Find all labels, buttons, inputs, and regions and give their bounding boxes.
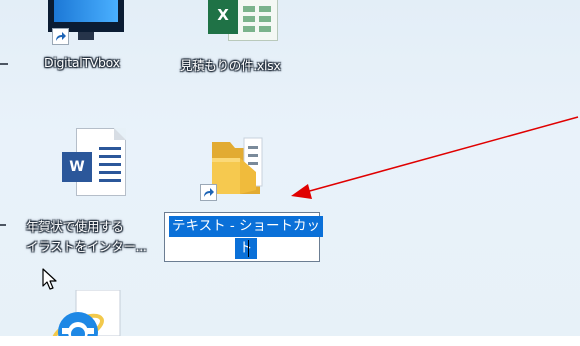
shortcut-arrow-icon	[200, 184, 217, 201]
word-doc-icon: W	[62, 128, 130, 200]
text-caret	[248, 240, 249, 257]
offscreen-item-edge	[0, 63, 8, 65]
mouse-pointer-icon	[42, 268, 57, 290]
rename-text-line2: ト	[235, 238, 257, 259]
desktop-item-label: DigitalTVbox	[44, 55, 120, 70]
offscreen-item-edge	[0, 224, 6, 226]
screenshot-border	[0, 336, 580, 346]
internet-explorer-icon	[52, 290, 121, 336]
rename-textbox[interactable]: テキスト - ショートカッ ト	[164, 212, 324, 262]
annotation-arrow-line	[305, 116, 579, 193]
annotation-arrow-head	[291, 184, 312, 199]
shortcut-arrow-icon	[52, 28, 69, 45]
desktop-item-label-line1: 年賀状で使用する	[26, 219, 124, 234]
excel-icon: X	[208, 0, 278, 41]
rename-text-line1: テキスト - ショートカッ	[169, 216, 324, 237]
desktop-item-label-line2: イラストをインター...	[26, 239, 147, 254]
desktop[interactable]: DigitalTVbox X 見積もりの件.xlsx W 年賀状で使用する イラ…	[0, 0, 580, 346]
desktop-item-label: 見積もりの件.xlsx	[180, 58, 281, 73]
